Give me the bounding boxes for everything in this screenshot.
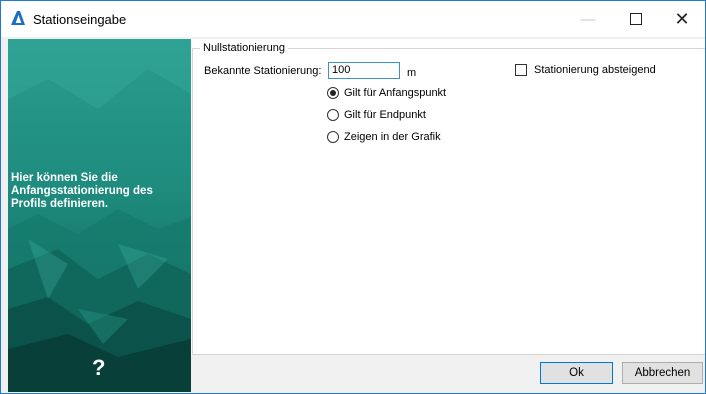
maximize-button[interactable] <box>613 1 659 37</box>
groupbox-legend: Nullstationierung <box>200 42 288 54</box>
radio-start-point[interactable] <box>327 87 339 99</box>
info-side-panel: Hier können Sie die Anfangsstationierung… <box>8 39 191 392</box>
nullstationierung-groupbox <box>192 48 705 355</box>
help-icon[interactable]: ? <box>92 355 105 381</box>
ok-button[interactable]: Ok <box>540 362 613 384</box>
app-logo-icon <box>11 11 25 25</box>
minimize-icon: — <box>580 10 596 28</box>
descending-checkbox[interactable] <box>515 64 527 76</box>
landscape-image <box>8 39 191 392</box>
known-station-input[interactable]: 100 <box>328 62 400 79</box>
close-button[interactable]: ✕ <box>659 1 705 37</box>
radio-end-point[interactable] <box>327 109 339 121</box>
sidebar-description: Hier können Sie die Anfangsstationierung… <box>11 172 153 210</box>
close-icon: ✕ <box>674 8 690 29</box>
radio-end-point-label: Gilt für Endpunkt <box>344 109 426 121</box>
window-title: Stationseingabe <box>33 12 127 27</box>
minimize-button[interactable]: — <box>565 1 611 37</box>
known-station-label: Bekannte Stationierung: <box>204 65 322 77</box>
descending-label: Stationierung absteigend <box>534 64 656 76</box>
title-bar[interactable]: Stationseingabe — ✕ <box>1 1 705 37</box>
radio-show-in-graphic-label: Zeigen in der Grafik <box>344 131 441 143</box>
radio-show-in-graphic[interactable] <box>327 131 339 143</box>
dialog-window: Stationseingabe — ✕ Hier können Sie die … <box>0 0 706 394</box>
maximize-icon <box>630 13 642 25</box>
radio-start-point-label: Gilt für Anfangspunkt <box>344 87 447 99</box>
unit-label: m <box>407 67 417 79</box>
cancel-button[interactable]: Abbrechen <box>622 362 703 384</box>
